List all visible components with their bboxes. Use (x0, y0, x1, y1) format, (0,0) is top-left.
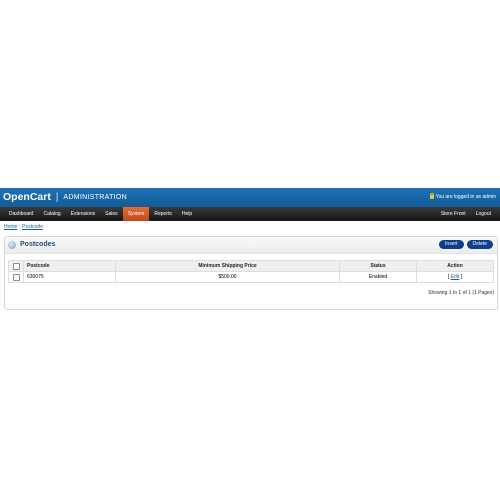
login-status: You are logged in as admin (429, 193, 496, 201)
logo[interactable]: OpenCart | ADMINISTRATION (3, 190, 127, 205)
action-cell: [ Edit ] (416, 271, 494, 283)
header-bar: OpenCart | ADMINISTRATION You are logged… (0, 188, 500, 207)
column-action: Action (416, 260, 494, 272)
table-row: 630075 $500.00 Enabled [ Edit ] (8, 271, 494, 283)
menu-store-front[interactable]: Store Front (436, 207, 471, 221)
menu-reports[interactable]: Reports (149, 207, 177, 221)
postcode-table: Postcode Minimum Shipping Price Status A… (8, 260, 494, 283)
column-status[interactable]: Status (339, 260, 417, 272)
menu-catalog[interactable]: Catalog (38, 207, 65, 221)
status-cell: Enabled (339, 271, 417, 283)
menu-logout[interactable]: Logout (471, 207, 496, 221)
panel-title: Postcodes (20, 241, 56, 248)
breadcrumb: Home::Postcode (4, 224, 43, 230)
select-all-cell (8, 260, 24, 272)
panel-heading: Postcodes Insert Delete (5, 237, 497, 254)
opencart-admin-window: OpenCart | ADMINISTRATION You are logged… (0, 188, 500, 310)
main-menu: Dashboard Catalog Extensions Sales Syste… (0, 207, 500, 221)
menu-dashboard[interactable]: Dashboard (4, 207, 38, 221)
delete-button[interactable]: Delete (466, 240, 493, 249)
pagination-results: Showing 1 to 1 of 1 (1 Pages) (428, 290, 494, 296)
table-header-row: Postcode Minimum Shipping Price Status A… (8, 260, 494, 272)
breadcrumb-home[interactable]: Home (4, 224, 17, 230)
action-bracket-open: [ (447, 274, 450, 280)
logo-text: OpenCart (3, 191, 51, 203)
action-bracket-close: ] (460, 274, 463, 280)
postcode-cell: 630075 (23, 271, 116, 283)
min-price-cell: $500.00 (115, 271, 340, 283)
menu-system[interactable]: System (122, 207, 150, 221)
insert-button[interactable]: Insert (439, 240, 464, 249)
menu-extensions[interactable]: Extensions (66, 207, 100, 221)
postcodes-panel: Postcodes Insert Delete Postcode Minimum… (4, 236, 498, 310)
row-checkbox[interactable] (12, 273, 20, 281)
login-status-text: You are logged in as admin (435, 194, 496, 200)
logo-subtitle: ADMINISTRATION (63, 194, 127, 201)
select-all-checkbox[interactable] (12, 262, 20, 270)
postcode-icon (8, 241, 16, 249)
breadcrumb-postcode[interactable]: Postcode (22, 224, 43, 230)
menu-help[interactable]: Help (177, 207, 197, 221)
column-min-shipping-price[interactable]: Minimum Shipping Price (115, 260, 340, 272)
menu-sales[interactable]: Sales (100, 207, 123, 221)
edit-link[interactable]: Edit (451, 274, 460, 280)
row-select-cell (8, 271, 24, 283)
logo-divider: | (55, 191, 59, 203)
lock-icon (429, 193, 435, 199)
column-postcode[interactable]: Postcode (23, 260, 116, 272)
